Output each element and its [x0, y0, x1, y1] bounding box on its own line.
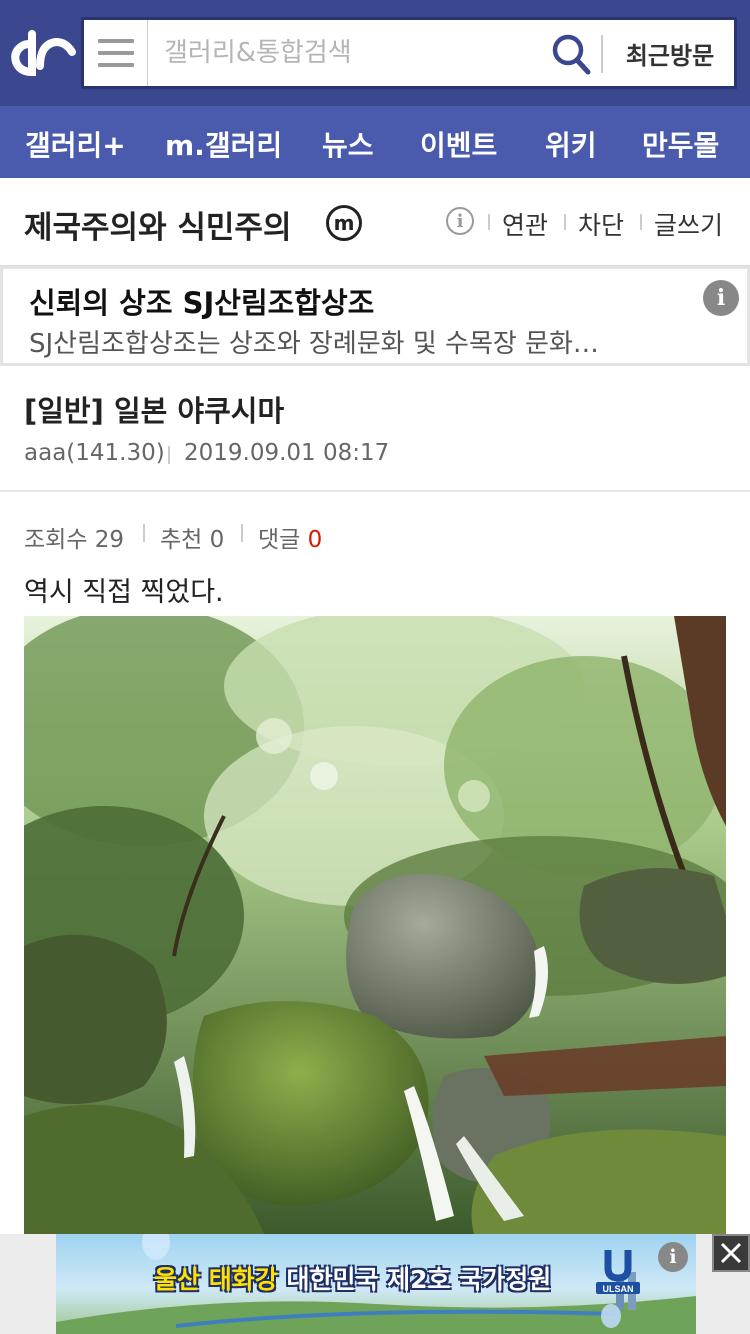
bottom-ad-headline: 울산 태화강 대한민국 제2호 국가정원 [154, 1265, 552, 1294]
post-photo[interactable] [24, 616, 726, 1234]
nav-item-event[interactable]: 이벤트 [420, 124, 497, 164]
search-bar: 최근방문 [81, 17, 737, 89]
info-icon[interactable]: i [446, 207, 474, 235]
divider [143, 524, 145, 542]
divider [601, 35, 603, 73]
bottom-ad-bar: 울산 태화강 대한민국 제2호 국가정원 ULSAN i [0, 1234, 750, 1334]
comment-label: 댓글 [258, 527, 301, 553]
ad-title[interactable]: 신뢰의 상조 SJ산림조합상조 [29, 280, 374, 322]
post-title: [일반] 일본 야쿠시마 [24, 394, 285, 428]
comment-stat[interactable]: 댓글 0 [258, 520, 322, 554]
divider [564, 214, 566, 230]
top-header: 최근방문 [0, 0, 750, 106]
comment-count: 0 [307, 527, 323, 553]
svg-text:ULSAN: ULSAN [603, 1284, 634, 1294]
ad-description[interactable]: SJ산림조합상조는 상조와 장례문화 및 수목장 문화… [29, 323, 689, 360]
nav-item-m-gallery[interactable]: m.갤러리 [165, 124, 282, 164]
recent-visits-button[interactable]: 최근방문 [606, 20, 734, 86]
related-link[interactable]: 연관 [502, 206, 548, 242]
menu-button[interactable] [84, 20, 148, 86]
close-icon[interactable] [712, 1234, 750, 1272]
divider [488, 214, 490, 230]
post-body-text: 역시 직접 찍었다. [24, 577, 224, 608]
gallery-header: 제국주의와 식민주의 m i 연관 차단 글쓰기 [0, 178, 750, 266]
search-input[interactable] [150, 20, 540, 86]
nav-item-news[interactable]: 뉴스 [322, 124, 374, 164]
post-date: 2019.09.01 08:17 [184, 440, 390, 466]
main-nav: 갤러리+ m.갤러리 뉴스 이벤트 위키 만두몰 [0, 106, 750, 178]
bottom-ad-banner[interactable]: 울산 태화강 대한민국 제2호 국가정원 ULSAN i [56, 1234, 696, 1334]
bottom-ad-info-icon[interactable]: i [658, 1242, 688, 1272]
ad-banner[interactable]: 신뢰의 상조 SJ산림조합상조 SJ산림조합상조는 상조와 장례문화 및 수목장… [0, 266, 750, 366]
minor-gallery-badge-icon: m [326, 205, 362, 241]
write-link[interactable]: 글쓰기 [654, 206, 723, 242]
nav-item-wiki[interactable]: 위키 [545, 124, 597, 164]
divider [640, 214, 642, 230]
divider [241, 524, 243, 542]
post-author[interactable]: aaa(141.30) [24, 440, 165, 466]
nav-item-mandu-mall[interactable]: 만두몰 [642, 124, 719, 164]
divider [168, 446, 170, 464]
block-link[interactable]: 차단 [578, 206, 624, 242]
view-count: 조회수 29 [24, 527, 125, 553]
gallery-title[interactable]: 제국주의와 식민주의 [24, 202, 291, 247]
ulsan-logo-icon: ULSAN [594, 1246, 642, 1296]
dc-logo-icon[interactable] [10, 26, 76, 77]
recommend-count: 추천 0 [160, 527, 225, 553]
post-header: [일반] 일본 야쿠시마 aaa(141.30) 2019.09.01 08:1… [0, 366, 750, 492]
ad-info-icon[interactable]: i [703, 280, 739, 316]
nav-item-gallery-plus[interactable]: 갤러리+ [25, 124, 126, 164]
search-icon[interactable] [546, 30, 596, 76]
